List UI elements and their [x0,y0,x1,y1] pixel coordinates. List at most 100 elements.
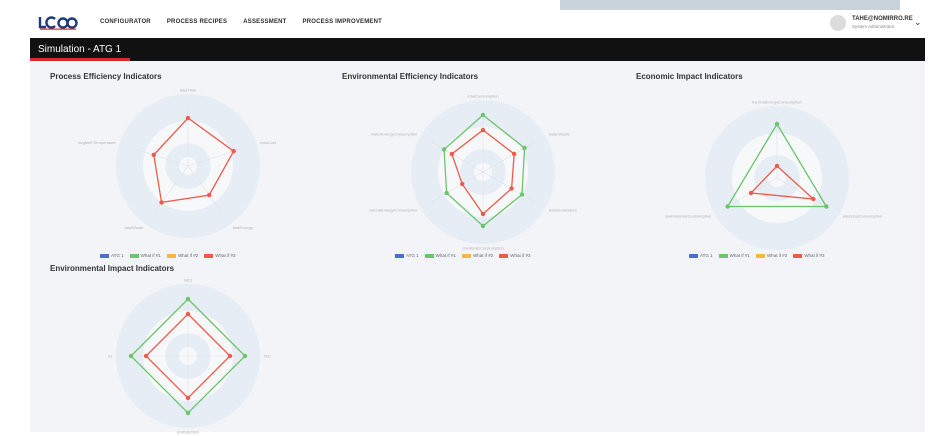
legend-label: ATG 1 [111,253,124,258]
legend-process-efficiency: ATG 1 What if #1 What if #2 What if #3 [100,253,235,258]
radar-data-point[interactable] [460,181,465,187]
radar-data-point[interactable] [231,148,236,154]
radar-data-point[interactable] [151,152,156,158]
legend-swatch [424,253,434,258]
nav-process-recipes[interactable]: PROCESS RECIPES [167,19,227,25]
radar-axis-label: totalConsumption [467,94,498,99]
radar-data-point[interactable] [824,204,829,209]
legend-item-atg1[interactable]: ATG 1 [395,253,419,258]
legend-item-whatif3[interactable]: What if #3 [793,253,824,258]
radar-data-point[interactable] [206,192,212,198]
active-tab-indicator [30,58,130,61]
radar-data-point[interactable] [185,115,191,121]
radar-data-point[interactable] [480,223,486,229]
simulation-title: Simulation - ATG 1 [38,44,122,55]
legend-economic-impact: ATG 1 What if #1 What if #2 What if #3 [689,253,824,258]
app-window: CONFIGURATOR PROCESS RECIPES ASSESSMENT … [30,0,925,435]
chevron-down-icon[interactable]: ⌄ [914,17,922,28]
radar-chart-environmental-efficiency: totalConsumption waterWaste wasteIndicator… [369,94,577,251]
radar-data-point[interactable] [143,353,149,359]
radar-data-point[interactable] [522,145,527,151]
legend-label: What if #1 [140,253,161,258]
legend-item-whatif2[interactable]: What if #2 [166,253,199,258]
radar-data-point[interactable] [519,192,525,197]
radar-chart-economic-impact: thermalEnergyConsumption electricalConsum… [665,100,882,250]
radar-data-point[interactable] [159,200,164,205]
radar-axis-label: totalWaste [125,225,145,230]
radar-data-point[interactable] [242,353,248,359]
radar-data-point[interactable] [480,112,486,118]
nav-configurator[interactable]: CONFIGURATOR [100,19,151,25]
left-margin [0,0,30,432]
radar-data-point[interactable] [725,204,730,209]
radar-data-point[interactable] [185,311,191,317]
legend-swatch [718,253,728,258]
radar-axis-label: rawMaterialsConsumption [665,214,711,219]
radar-data-point[interactable] [774,163,780,169]
legend-item-whatif2[interactable]: What if #2 [755,253,787,258]
radar-axis-label: WU [264,354,271,359]
radar-axis-label: waterWaste [549,132,571,137]
radar-data-point[interactable] [480,211,486,217]
radar-data-point[interactable] [185,296,191,302]
radar-data-point[interactable] [227,353,233,359]
radar-data-point[interactable] [811,196,816,202]
legend-item-whatif2[interactable]: What if #2 [461,253,494,258]
radar-data-point[interactable] [128,353,134,359]
nav-process-improvement[interactable]: PROCESS IMPROVEMENT [303,19,382,25]
legend-swatch [755,253,765,258]
legend-label: What if #2 [472,253,494,258]
radar-data-point[interactable] [441,147,447,152]
radar-data-point[interactable] [511,151,517,157]
chart-title-environmental-efficiency: Environmental Efficiency Indicators [342,72,479,81]
nav-assessment[interactable]: ASSESSMENT [243,19,286,25]
legend-label: What if #3 [510,253,531,258]
legend-item-whatif3[interactable]: What if #3 [204,253,235,258]
radar-data-point[interactable] [748,190,754,196]
legend-item-whatif3[interactable]: What if #3 [499,253,530,258]
legend-item-atg1[interactable]: ATG 1 [100,253,124,258]
radar-axis-label: totalTime [180,88,197,93]
radar-axis-label: EMISSIONS [177,430,200,435]
legend-swatch [395,253,404,258]
legend-item-atg1[interactable]: ATG 1 [689,253,713,258]
legend-label: What if #1 [435,253,456,258]
legend-label: ATG 1 [406,253,419,258]
legend-environmental-efficiency: ATG 1 What if #1 What if #2 What if #3 [395,253,530,258]
legend-label: What if #3 [804,253,825,258]
radar-data-point[interactable] [185,410,191,416]
radar-data-point[interactable] [444,190,449,196]
top-navigation-bar: CONFIGURATOR PROCESS RECIPES ASSESSMENT … [30,0,925,38]
legend-swatch [204,253,214,258]
legend-item-whatif1[interactable]: What if #1 [129,253,161,258]
legend-item-whatif1[interactable]: What if #1 [718,253,750,258]
legend-swatch [461,253,471,258]
legend-swatch [129,253,139,258]
radar-axis-label: waterEnergyConsumption [371,132,417,137]
legend-swatch [166,253,176,258]
lca-logo[interactable] [38,14,80,30]
radar-axis-label: naturalEnergyConsumption [369,208,417,213]
radar-data-point[interactable] [774,121,780,127]
radar-data-point[interactable] [480,127,486,133]
radar-data-point[interactable] [509,186,514,191]
legend-label: What if #1 [729,253,750,258]
legend-swatch [689,253,698,258]
main-menu: CONFIGURATOR PROCESS RECIPES ASSESSMENT … [100,19,382,25]
chart-title-process-efficiency: Process Efficiency Indicators [50,72,162,81]
radar-axis-label: wasteIndicators [549,208,577,213]
user-avatar[interactable] [830,15,846,31]
radar-axis-label: GI [108,354,112,359]
radar-axis-label: avgMelt Temperature [78,140,116,145]
legend-label: What if #2 [177,253,199,258]
radar-axis-label: electricalConsumption [843,214,882,219]
radar-axis-label: totalCost [260,140,277,145]
radar-data-point[interactable] [185,395,191,401]
chart-title-economic-impact: Economic Impact Indicators [636,72,743,81]
radar-data-point[interactable] [449,151,455,157]
legend-label: What if #3 [215,253,236,258]
radar-chart-environmental-impact: WCI WU EMISSIONS GI [108,278,271,435]
legend-item-whatif1[interactable]: What if #1 [424,253,456,258]
simulation-header: Simulation - ATG 1 [30,38,925,61]
legend-swatch [499,253,509,258]
